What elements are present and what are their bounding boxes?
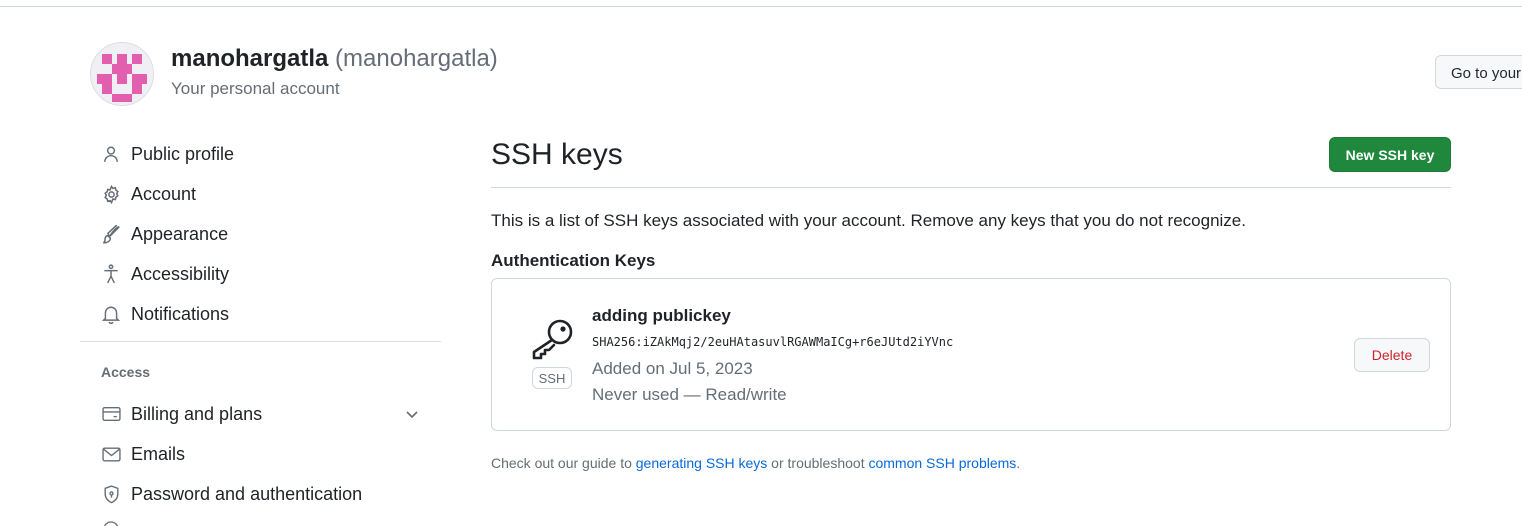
accessibility-icon xyxy=(100,263,122,285)
help-text-middle: or troubleshoot xyxy=(767,455,869,471)
key-usage: Never used — Read/write xyxy=(592,385,787,404)
top-border xyxy=(0,6,1522,7)
intro-text: This is a list of SSH keys associated wi… xyxy=(491,211,1246,230)
sidebar-item-label: Public profile xyxy=(131,143,235,164)
sidebar-item-label: Appearance xyxy=(131,223,229,244)
bell-icon xyxy=(100,303,122,325)
sidebar-item-label: Emails xyxy=(131,443,186,464)
ssh-key-list xyxy=(491,278,1451,431)
sidebar-item-label: Password and authentication xyxy=(131,483,363,504)
sidebar-item-account[interactable]: Account xyxy=(100,179,430,209)
user-display-name[interactable]: manohargatla (manohargatla) xyxy=(171,45,498,73)
sidebar-heading-access: Access xyxy=(101,364,151,380)
display-name: manohargatla xyxy=(171,45,329,72)
chevron-down-icon[interactable] xyxy=(404,406,420,427)
title-divider xyxy=(491,187,1451,188)
user-login: (manohargatla) xyxy=(335,45,498,72)
account-subtitle: Your personal account xyxy=(171,79,340,98)
gear-icon xyxy=(100,183,122,205)
person-icon xyxy=(100,143,122,165)
sidebar-item-appearance[interactable]: Appearance xyxy=(100,219,430,249)
key-fingerprint: SHA256:iZAkMqj2/2euHAtasuvlRGAWMaICg+r6e… xyxy=(592,335,954,349)
key-icon xyxy=(530,318,574,365)
sidebar-item-emails[interactable]: Emails xyxy=(100,439,430,469)
common-ssh-problems-link[interactable]: common SSH problems xyxy=(868,455,1016,471)
shield-lock-icon xyxy=(100,483,122,505)
sidebar-item-label: Notifications xyxy=(131,303,230,324)
help-text-suffix: . xyxy=(1016,455,1021,471)
key-title: adding publickey xyxy=(592,306,731,325)
sidebar-item-label: Accessibility xyxy=(131,263,230,284)
avatar[interactable] xyxy=(90,42,154,106)
sidebar-item-public-profile[interactable]: Public profile xyxy=(100,139,430,169)
new-ssh-key-button[interactable]: New SSH key xyxy=(1329,137,1451,172)
sidebar-item-notifications[interactable]: Notifications xyxy=(100,299,430,329)
mail-icon xyxy=(100,443,122,465)
page-title: SSH keys xyxy=(491,138,623,171)
sidebar-item-password[interactable]: Password and authentication xyxy=(100,479,430,509)
generating-ssh-keys-link[interactable]: generating SSH keys xyxy=(636,455,768,471)
sidebar-item-accessibility[interactable]: Accessibility xyxy=(100,259,430,289)
help-text: Check out our guide to generating SSH ke… xyxy=(491,455,1020,471)
key-added-date: Added on Jul 5, 2023 xyxy=(592,359,753,378)
go-to-profile-button[interactable]: Go to your xyxy=(1435,55,1522,89)
sidebar-item-label: Billing and plans xyxy=(131,403,263,424)
credit-card-icon xyxy=(100,403,122,425)
help-text-prefix: Check out our guide to xyxy=(491,455,636,471)
delete-key-button[interactable]: Delete xyxy=(1354,338,1430,372)
authentication-keys-heading: Authentication Keys xyxy=(491,251,656,270)
sidebar-item-partial-icon xyxy=(101,516,121,526)
paintbrush-icon xyxy=(100,223,122,245)
sidebar-divider xyxy=(80,341,441,342)
ssh-badge: SSH xyxy=(532,367,572,389)
sidebar-item-label: Account xyxy=(131,183,197,204)
sidebar-item-billing[interactable]: Billing and plans xyxy=(100,399,430,429)
